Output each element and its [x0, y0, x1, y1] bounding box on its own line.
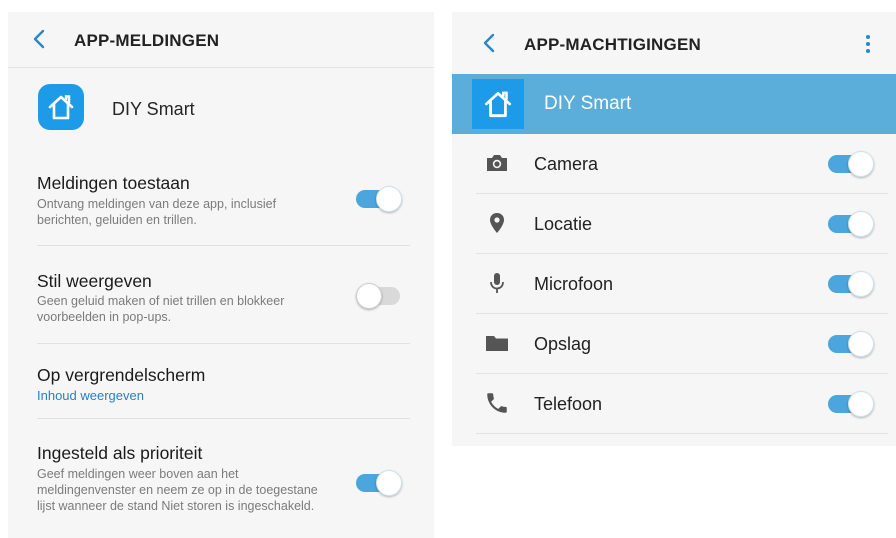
permissions-screen: APP-MACHTIGINGEN DIY Smart Camera Locati… [452, 12, 896, 446]
setting-title: Ingesteld als prioriteit [37, 443, 203, 463]
app-name: DIY Smart [112, 99, 195, 119]
notifications-header: APP-MELDINGEN [8, 12, 434, 68]
microphone-toggle[interactable] [828, 271, 874, 297]
divider [37, 418, 410, 419]
app-home-icon [38, 84, 84, 130]
notifications-screen: APP-MELDINGEN DIY Smart Meldingen toesta… [8, 12, 434, 538]
location-pin-icon [484, 210, 510, 236]
location-toggle[interactable] [828, 211, 874, 237]
allow-notifications-toggle[interactable] [356, 186, 402, 212]
phone-icon [484, 390, 510, 416]
app-home-icon [472, 79, 524, 129]
camera-toggle[interactable] [828, 151, 874, 177]
permission-label: Camera [534, 154, 599, 174]
setting-title: Meldingen toestaan [37, 173, 190, 193]
permission-row-storage[interactable]: Opslag [452, 314, 896, 374]
setting-description: Ontvang meldingen van deze app, inclusie… [37, 197, 277, 227]
setting-description: Geen geluid maken of niet trillen en blo… [37, 294, 285, 324]
permission-label: Opslag [534, 334, 592, 354]
microphone-icon [484, 270, 510, 296]
camera-icon [484, 150, 510, 176]
permission-label: Microfoon [534, 274, 614, 294]
back-arrow-icon[interactable] [480, 31, 500, 55]
priority-toggle[interactable] [356, 470, 402, 496]
setting-allow-notifications[interactable]: Meldingen toestaan Ontvang meldingen van… [8, 170, 434, 246]
app-banner: DIY Smart [452, 74, 896, 134]
permission-row-location[interactable]: Locatie [452, 194, 896, 254]
setting-title: Op vergrendelscherm [37, 365, 206, 385]
setting-priority[interactable]: Ingesteld als prioriteit Geef meldingen … [8, 440, 434, 538]
divider [476, 433, 888, 434]
divider [37, 343, 410, 344]
permission-row-camera[interactable]: Camera [452, 134, 896, 194]
folder-icon [484, 330, 510, 356]
setting-title: Stil weergeven [37, 271, 152, 291]
setting-lock-screen[interactable]: Op vergrendelscherm Inhoud weergeven [8, 362, 434, 418]
divider [37, 245, 410, 246]
page-title: APP-MELDINGEN [74, 31, 220, 50]
permission-row-phone[interactable]: Telefoon [452, 374, 896, 434]
permissions-header: APP-MACHTIGINGEN [452, 12, 896, 72]
silent-display-toggle[interactable] [356, 283, 402, 309]
phone-toggle[interactable] [828, 391, 874, 417]
app-info: DIY Smart [8, 68, 434, 158]
storage-toggle[interactable] [828, 331, 874, 357]
lock-screen-link[interactable]: Inhoud weergeven [37, 388, 144, 403]
page-title: APP-MACHTIGINGEN [524, 35, 701, 54]
permission-row-microphone[interactable]: Microfoon [452, 254, 896, 314]
setting-description: Geef meldingen weer boven aan het meldin… [37, 467, 318, 513]
permission-label: Locatie [534, 214, 593, 234]
permission-label: Telefoon [534, 394, 603, 414]
more-options-icon[interactable] [860, 32, 876, 56]
setting-silent-display[interactable]: Stil weergeven Geen geluid maken of niet… [8, 268, 434, 340]
back-arrow-icon[interactable] [30, 27, 50, 51]
app-name: DIY Smart [544, 93, 632, 114]
